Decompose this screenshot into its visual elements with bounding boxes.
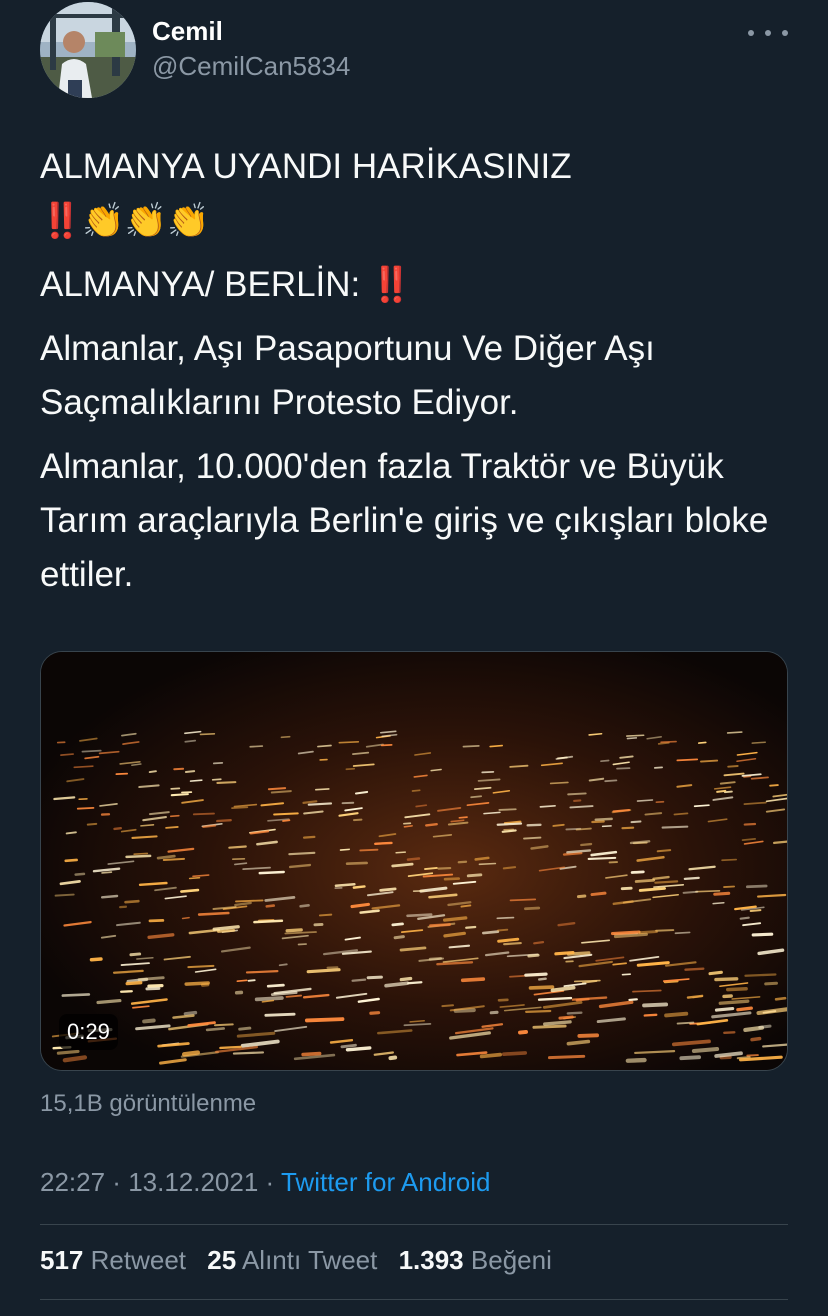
tweet-line-2-emoji: ‼️ (370, 265, 413, 305)
like-count-value: 1.393 (398, 1245, 464, 1275)
light-streak (625, 1057, 647, 1063)
retweet-label: Retweet (90, 1245, 187, 1275)
video-thumbnail (41, 652, 787, 1070)
light-streak (100, 813, 111, 816)
user-handle[interactable]: @CemilCan5834 (152, 51, 350, 82)
avatar-image (40, 2, 136, 98)
light-streak (56, 741, 66, 744)
light-streak (577, 1033, 600, 1038)
more-horizontal-icon-dot (765, 30, 771, 36)
tweet-line-1-emoji: ‼️👏👏👏 (40, 201, 210, 241)
avatar[interactable] (40, 2, 136, 98)
tweet-paragraph-2: Almanlar, 10.000'den fazla Traktör ve Bü… (40, 447, 769, 594)
light-streak (234, 990, 244, 995)
more-horizontal-icon-dot (782, 30, 788, 36)
light-streak (489, 1010, 499, 1015)
video-player[interactable]: 0:29 (40, 651, 788, 1071)
tweet-line-1: ALMANYA UYANDI HARİKASINIZ (40, 147, 572, 186)
divider (40, 1299, 788, 1300)
quote-count-value: 25 (207, 1245, 237, 1275)
meta-separator: · (105, 1167, 129, 1197)
more-horizontal-icon (748, 30, 754, 36)
quote-label: Alıntı Tweet (241, 1245, 378, 1275)
retweet-count[interactable]: 517 Retweet (40, 1245, 186, 1275)
tweet-header: Cemil @CemilCan5834 (40, 0, 788, 100)
tweet-headline: ALMANYA UYANDI HARİKASINIZ ‼️👏👏👏 (40, 140, 788, 248)
quote-tweet-count[interactable]: 25 Alıntı Tweet (207, 1245, 377, 1275)
more-options-button[interactable] (748, 18, 788, 48)
light-streak (334, 886, 343, 889)
tweet-paragraph-1: Almanlar, Aşı Pasaportunu Ve Diğer Aşı S… (40, 329, 655, 422)
light-streak (722, 994, 733, 999)
like-label: Beğeni (470, 1245, 552, 1275)
video-duration: 0:29 (59, 1014, 118, 1050)
tweet-date[interactable]: 13.12.2021 (128, 1167, 258, 1197)
tweet-time[interactable]: 22:27 (40, 1167, 105, 1197)
light-streak (326, 966, 339, 969)
light-streak (148, 919, 165, 923)
tweet-source-link[interactable]: Twitter for Android (281, 1167, 491, 1197)
tweet-stats: 517 Retweet 25 Alıntı Tweet 1.393 Beğeni (40, 1245, 566, 1276)
tweet-meta: 22:27 · 13.12.2021 · Twitter for Android (40, 1167, 491, 1198)
meta-separator-2: · (258, 1167, 281, 1197)
divider (40, 1224, 788, 1225)
retweet-count-value: 517 (40, 1245, 84, 1275)
view-count: 15,1B görüntülenme (40, 1090, 257, 1117)
like-count[interactable]: 1.393 Beğeni (399, 1245, 552, 1275)
light-streak (145, 986, 161, 991)
tweet-location: ALMANYA/ BERLİN: ‼️ (40, 258, 788, 312)
display-name[interactable]: Cemil (152, 16, 223, 47)
tweet-text: ALMANYA UYANDI HARİKASINIZ ‼️👏👏👏 ALMANYA… (40, 140, 788, 602)
tweet-line-2: ALMANYA/ BERLİN: (40, 265, 371, 304)
light-streak (313, 923, 324, 927)
